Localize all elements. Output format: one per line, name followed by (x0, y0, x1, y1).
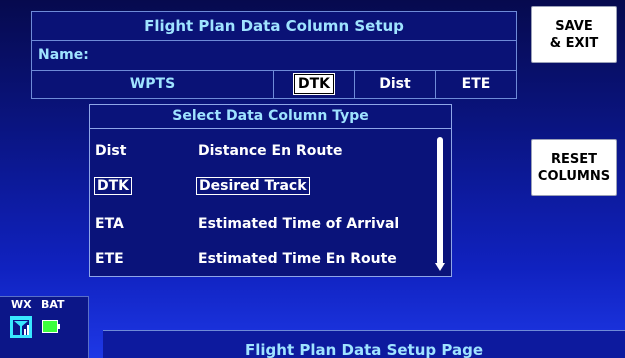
option-code: ETA (95, 216, 124, 232)
column-setup-panel: Flight Plan Data Column Setup Name: WPTS… (31, 11, 517, 99)
column-dist[interactable]: Dist (355, 71, 436, 98)
name-row[interactable]: Name: (32, 41, 516, 71)
column-ete[interactable]: ETE (436, 71, 516, 98)
option-code: Dist (95, 143, 127, 159)
option-description: Desired Track (196, 177, 310, 195)
battery-icon (42, 320, 60, 333)
option-code: ETE (95, 251, 124, 267)
select-column-type-dialog: Select Data Column Type Dist Distance En… (89, 104, 452, 277)
wx-label: WX (11, 298, 32, 311)
column-dtk-label: DTK (292, 73, 336, 95)
list-item-eta[interactable]: ETA Estimated Time of Arrival (90, 210, 435, 240)
save-exit-button[interactable]: SAVE & EXIT (531, 6, 617, 63)
option-description: Distance En Route (198, 143, 343, 159)
reset-columns-button[interactable]: RESET COLUMNS (531, 139, 617, 196)
list-item-ete[interactable]: ETE Estimated Time En Route (90, 245, 435, 275)
name-label: Name: (38, 47, 89, 63)
list-item-dtk[interactable]: DTK Desired Track (90, 173, 435, 203)
column-wpts: WPTS (32, 71, 274, 98)
option-description: Estimated Time of Arrival (198, 216, 400, 232)
mfd-screen: Flight Plan Data Column Setup Name: WPTS… (0, 0, 625, 358)
columns-row: WPTS DTK Dist ETE (32, 71, 516, 98)
scrollbar-thumb[interactable] (437, 137, 443, 265)
status-indicators: WX BAT (0, 296, 89, 358)
page-title-bar: Flight Plan Data Setup Page (103, 330, 625, 358)
signal-bars-icon (10, 316, 32, 338)
option-code: DTK (94, 177, 133, 195)
column-dtk[interactable]: DTK (274, 71, 355, 98)
list-scrollbar[interactable] (433, 137, 447, 273)
scroll-down-icon[interactable] (435, 263, 445, 273)
list-item-dist[interactable]: Dist Distance En Route (90, 137, 435, 167)
page-title: Flight Plan Data Setup Page (245, 341, 483, 358)
option-description: Estimated Time En Route (198, 251, 397, 267)
dialog-title: Select Data Column Type (90, 105, 451, 129)
panel-title: Flight Plan Data Column Setup (32, 12, 516, 41)
bat-label: BAT (41, 298, 65, 311)
